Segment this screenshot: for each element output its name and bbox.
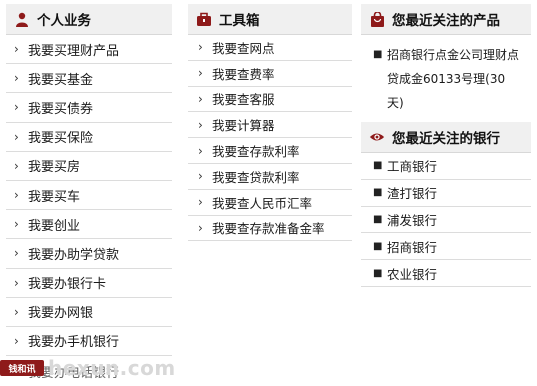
bank-item-spdb[interactable]: ■ 浦发银行 [361, 207, 531, 234]
chevron-right-icon: › [14, 275, 19, 290]
shopping-bag-icon [369, 11, 385, 27]
personal-item-startup[interactable]: › 我要创业 [6, 210, 172, 240]
recent-products-header: 您最近关注的产品 [361, 4, 531, 35]
personal-item-car[interactable]: › 我要买车 [6, 181, 172, 211]
personal-item-insurance[interactable]: › 我要买保险 [6, 123, 172, 152]
chevron-right-icon: › [14, 188, 19, 203]
personal-business-list: › 我要买理财产品 › 我要买基金 › 我要买债券 › 我要买保险 › 我要买房 › 我要买… [6, 35, 172, 385]
tool-item-reserve-ratio[interactable]: › 我要查存款准备金率 [188, 216, 352, 242]
recent-banks-header: 您最近关注的银行 [361, 122, 531, 153]
chevron-right-icon: › [198, 220, 203, 235]
chevron-right-icon: › [14, 304, 19, 319]
bank-item-cmb[interactable]: ■ 招商银行 [361, 233, 531, 261]
recent-banks-title: 您最近关注的银行 [392, 131, 500, 147]
bullet-icon: ■ [373, 213, 383, 225]
chevron-right-icon: › [14, 71, 19, 86]
recent-product-item[interactable]: ■ 招商银行点金公司理财点贷成金60133号理(30天) [361, 35, 531, 115]
chevron-right-icon: › [14, 333, 19, 348]
recent-products-panel: 您最近关注的产品 ■ 招商银行点金公司理财点贷成金60133号理(30天) [361, 4, 531, 121]
recent-product-link[interactable]: 招商银行点金公司理财点贷成金60133号理(30天) [387, 43, 521, 115]
chevron-right-icon: › [14, 129, 19, 144]
bullet-icon: ■ [373, 267, 383, 279]
bullet-icon: ■ [373, 49, 383, 60]
bank-item-standard-chartered[interactable]: ■ 渣打银行 [361, 180, 531, 207]
tool-item-rmb-exchange[interactable]: › 我要查人民币汇率 [188, 190, 352, 216]
tool-item-loan-rate[interactable]: › 我要查贷款利率 [188, 164, 352, 190]
personal-item-house[interactable]: › 我要买房 [6, 152, 172, 181]
personal-business-title: 个人业务 [37, 13, 91, 29]
tool-item-fee-rate[interactable]: › 我要查费率 [188, 61, 352, 87]
toolbox-icon [196, 11, 212, 27]
person-icon [14, 11, 30, 27]
bullet-icon: ■ [373, 240, 383, 252]
tool-item-branch[interactable]: › 我要查网点 [188, 35, 352, 61]
chevron-right-icon: › [198, 40, 203, 55]
recent-products-title: 您最近关注的产品 [392, 13, 500, 29]
chevron-right-icon: › [198, 143, 203, 158]
chevron-right-icon: › [14, 217, 19, 232]
chevron-right-icon: › [14, 158, 19, 173]
chevron-right-icon: › [14, 246, 19, 261]
chevron-right-icon: › [198, 169, 203, 184]
bank-item-abc[interactable]: ■ 农业银行 [361, 260, 531, 287]
personal-item-bond[interactable]: › 我要买债券 [6, 93, 172, 123]
chevron-right-icon: › [14, 100, 19, 115]
personal-business-header: 个人业务 [6, 4, 172, 35]
watermark-text: hexun.com [48, 356, 176, 380]
tool-item-customer-service[interactable]: › 我要查客服 [188, 87, 352, 113]
personal-item-student-loan[interactable]: › 我要办助学贷款 [6, 239, 172, 269]
toolbox-header: 工具箱 [188, 4, 352, 35]
personal-item-wealth[interactable]: › 我要买理财产品 [6, 35, 172, 65]
recent-banks-panel: 您最近关注的银行 ■ 工商银行 ■ 渣打银行 ■ 浦发银行 ■ 招商银行 ■ 农业银行 [361, 122, 531, 288]
toolbox-panel: 工具箱 › 我要查网点 › 我要查费率 › 我要查客服 › 我要计算器 › 我要查存款利率… [188, 4, 352, 242]
chevron-right-icon: › [14, 42, 19, 57]
eye-icon [369, 129, 385, 145]
bullet-icon: ■ [373, 160, 383, 172]
chevron-right-icon: › [198, 91, 203, 106]
watermark-badge: 钱和讯 [0, 360, 44, 376]
personal-item-bank-card[interactable]: › 我要办银行卡 [6, 269, 172, 298]
toolbox-title: 工具箱 [219, 13, 260, 29]
toolbox-list: › 我要查网点 › 我要查费率 › 我要查客服 › 我要计算器 › 我要查存款利率 › 我要… [188, 35, 352, 242]
tool-item-calculator[interactable]: › 我要计算器 [188, 112, 352, 139]
personal-item-mobile-banking[interactable]: › 我要办手机银行 [6, 327, 172, 357]
recent-banks-list: ■ 工商银行 ■ 渣打银行 ■ 浦发银行 ■ 招商银行 ■ 农业银行 [361, 153, 531, 287]
personal-business-panel: 个人业务 › 我要买理财产品 › 我要买基金 › 我要买债券 › 我要买保险 › 我要买房… [6, 4, 172, 384]
chevron-right-icon: › [198, 66, 203, 81]
chevron-right-icon: › [198, 117, 203, 132]
chevron-right-icon: › [198, 195, 203, 210]
tool-item-deposit-rate[interactable]: › 我要查存款利率 [188, 138, 352, 164]
personal-item-fund[interactable]: › 我要买基金 [6, 64, 172, 94]
bank-item-icbc[interactable]: ■ 工商银行 [361, 153, 531, 180]
bullet-icon: ■ [373, 187, 383, 199]
personal-item-online-banking[interactable]: › 我要办网银 [6, 298, 172, 327]
